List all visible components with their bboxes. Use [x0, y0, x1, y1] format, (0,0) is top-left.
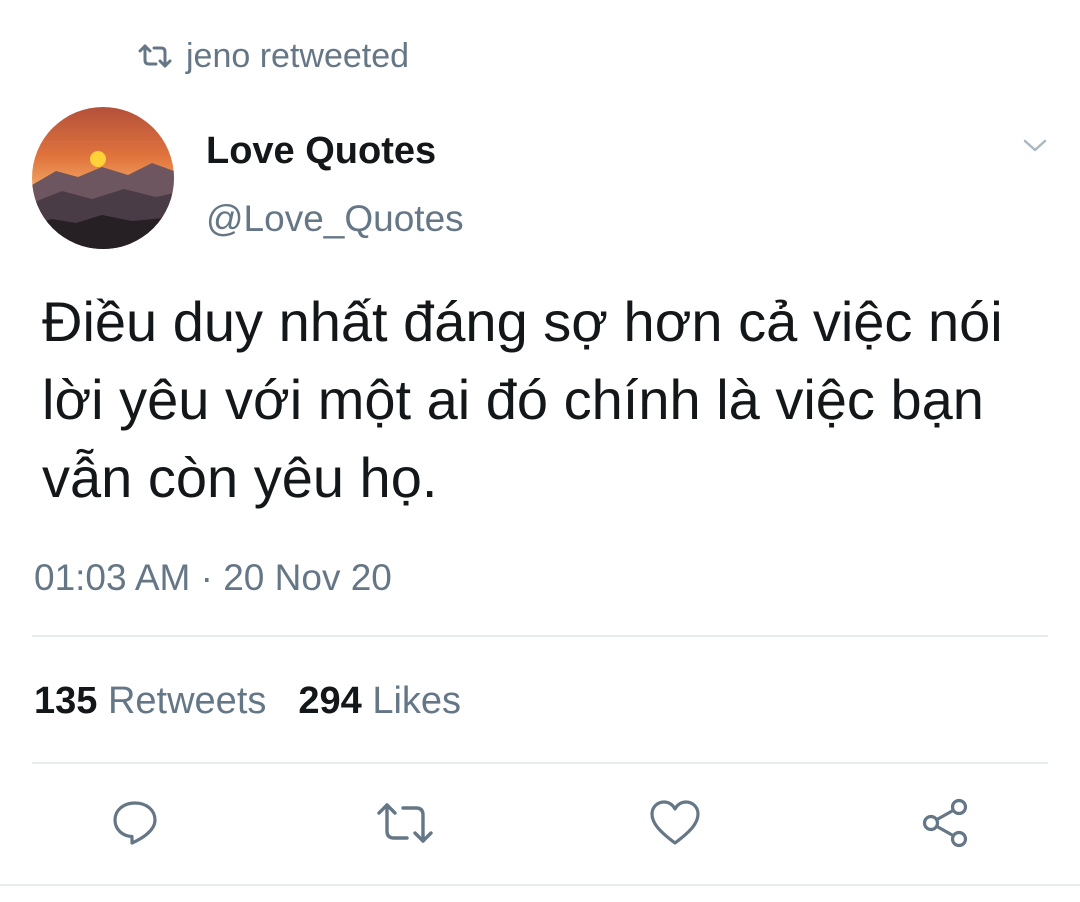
retweet-button[interactable] — [377, 795, 433, 851]
divider — [0, 884, 1080, 886]
tweet-stats: 135 Retweets 294 Likes — [34, 678, 461, 724]
share-icon — [919, 797, 971, 849]
retweet-context[interactable]: jeno retweeted — [138, 36, 409, 76]
author-handle[interactable]: @Love_Quotes — [206, 196, 464, 242]
like-button[interactable] — [647, 795, 703, 851]
author-display-name[interactable]: Love Quotes — [206, 128, 436, 174]
divider — [32, 635, 1048, 637]
likes-stat[interactable]: 294 Likes — [298, 678, 461, 724]
chevron-down-icon[interactable] — [1018, 132, 1052, 158]
avatar[interactable] — [32, 107, 174, 249]
retweets-count: 135 — [34, 680, 98, 722]
tweet-timestamp[interactable]: 01:03 AM · 20 Nov 20 — [34, 555, 392, 601]
retweets-stat[interactable]: 135 Retweets — [34, 678, 266, 724]
reply-icon — [109, 797, 161, 849]
divider — [32, 762, 1048, 764]
retweet-icon — [377, 801, 433, 845]
tweet-text: Điều duy nhất đáng sợ hơn cả việc nói lờ… — [42, 290, 1003, 509]
likes-count: 294 — [298, 680, 362, 722]
retweet-context-text: jeno retweeted — [186, 36, 410, 75]
share-button[interactable] — [917, 795, 973, 851]
retweets-label: Retweets — [107, 680, 267, 722]
retweet-icon — [138, 43, 172, 69]
reply-button[interactable] — [107, 795, 163, 851]
heart-icon — [649, 799, 701, 847]
likes-label: Likes — [372, 680, 462, 722]
